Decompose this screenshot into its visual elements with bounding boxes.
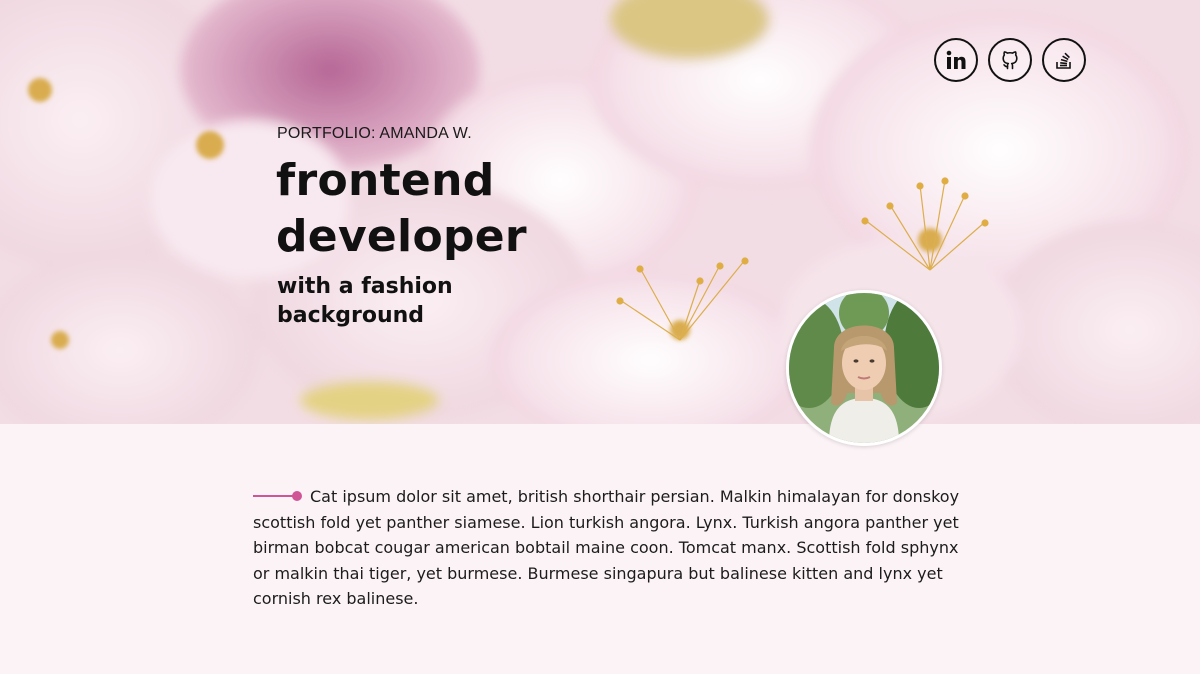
page-title: frontend developer: [276, 153, 696, 265]
profile-photo: [789, 293, 939, 443]
intro-paragraph: Cat ipsum dolor sit amet, british shorth…: [253, 484, 963, 612]
subtitle-line-1: with a fashion: [277, 274, 453, 299]
linkedin-link[interactable]: [934, 38, 978, 82]
profile-avatar: [786, 290, 942, 446]
portfolio-kicker: PORTFOLIO: AMANDA W.: [277, 125, 472, 142]
social-links: [934, 38, 1086, 82]
page-subtitle: with a fashion background: [277, 272, 537, 330]
intro-text: Cat ipsum dolor sit amet, british shorth…: [253, 487, 960, 609]
accent-dot: [292, 490, 302, 501]
accent-line-decoration: [253, 490, 302, 501]
github-link[interactable]: [988, 38, 1032, 82]
stack-overflow-icon: [1056, 52, 1071, 69]
subtitle-line-2: background: [277, 303, 425, 328]
linkedin-icon: [946, 50, 966, 69]
hero-banner: PORTFOLIO: AMANDA W. frontend developer …: [0, 0, 1200, 424]
title-line-2: developer: [276, 211, 527, 262]
stack-overflow-link[interactable]: [1042, 38, 1086, 82]
title-line-1: frontend: [276, 155, 495, 206]
github-icon: [1002, 51, 1018, 70]
